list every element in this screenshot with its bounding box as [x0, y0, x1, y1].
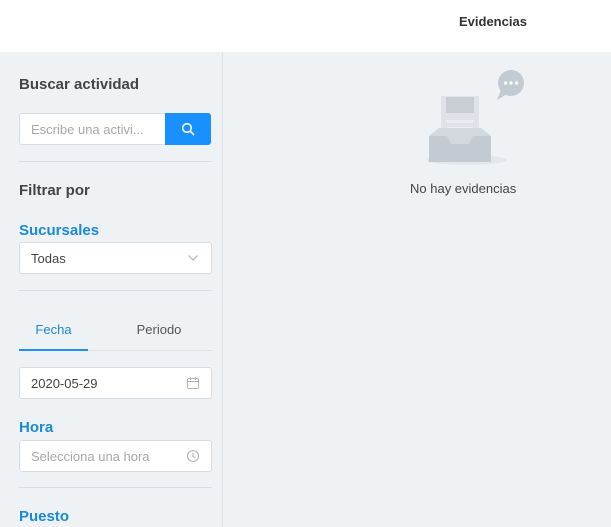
- filter-heading: Filtrar por: [19, 182, 90, 199]
- date-picker[interactable]: 2020-05-29: [19, 367, 212, 399]
- branches-label: Sucursales: [19, 222, 100, 239]
- hour-picker[interactable]: Selecciona una hora: [19, 440, 212, 472]
- calendar-icon: [187, 377, 199, 389]
- tab-fecha[interactable]: Fecha: [19, 315, 88, 351]
- chevron-down-icon: [188, 255, 198, 261]
- clock-icon: [186, 449, 200, 463]
- hour-placeholder: Selecciona una hora: [31, 449, 150, 464]
- date-value: 2020-05-29: [31, 376, 98, 391]
- filter-sidebar: Buscar actividad Filtrar por Sucursales …: [0, 52, 223, 527]
- hour-label: Hora: [19, 419, 54, 436]
- tab-periodo[interactable]: Periodo: [123, 315, 195, 351]
- divider: [19, 487, 212, 488]
- position-label: Puesto: [19, 508, 70, 525]
- search-heading: Buscar actividad: [19, 76, 140, 93]
- divider: [19, 161, 212, 162]
- search-input[interactable]: [19, 113, 166, 145]
- evidence-panel: No hay evidencias: [224, 52, 611, 527]
- empty-state-text: No hay evidencias: [410, 181, 517, 196]
- empty-inbox-icon: [427, 70, 524, 165]
- date-mode-tabs: Fecha Periodo: [19, 315, 212, 351]
- search-box: [19, 113, 211, 145]
- page-title: Evidencias: [459, 14, 527, 29]
- top-bar: Evidencias: [0, 0, 611, 52]
- search-icon: [181, 122, 195, 136]
- search-button[interactable]: [165, 113, 211, 145]
- branches-select[interactable]: Todas: [19, 242, 212, 274]
- branches-selected-value: Todas: [31, 251, 66, 266]
- divider: [19, 290, 212, 291]
